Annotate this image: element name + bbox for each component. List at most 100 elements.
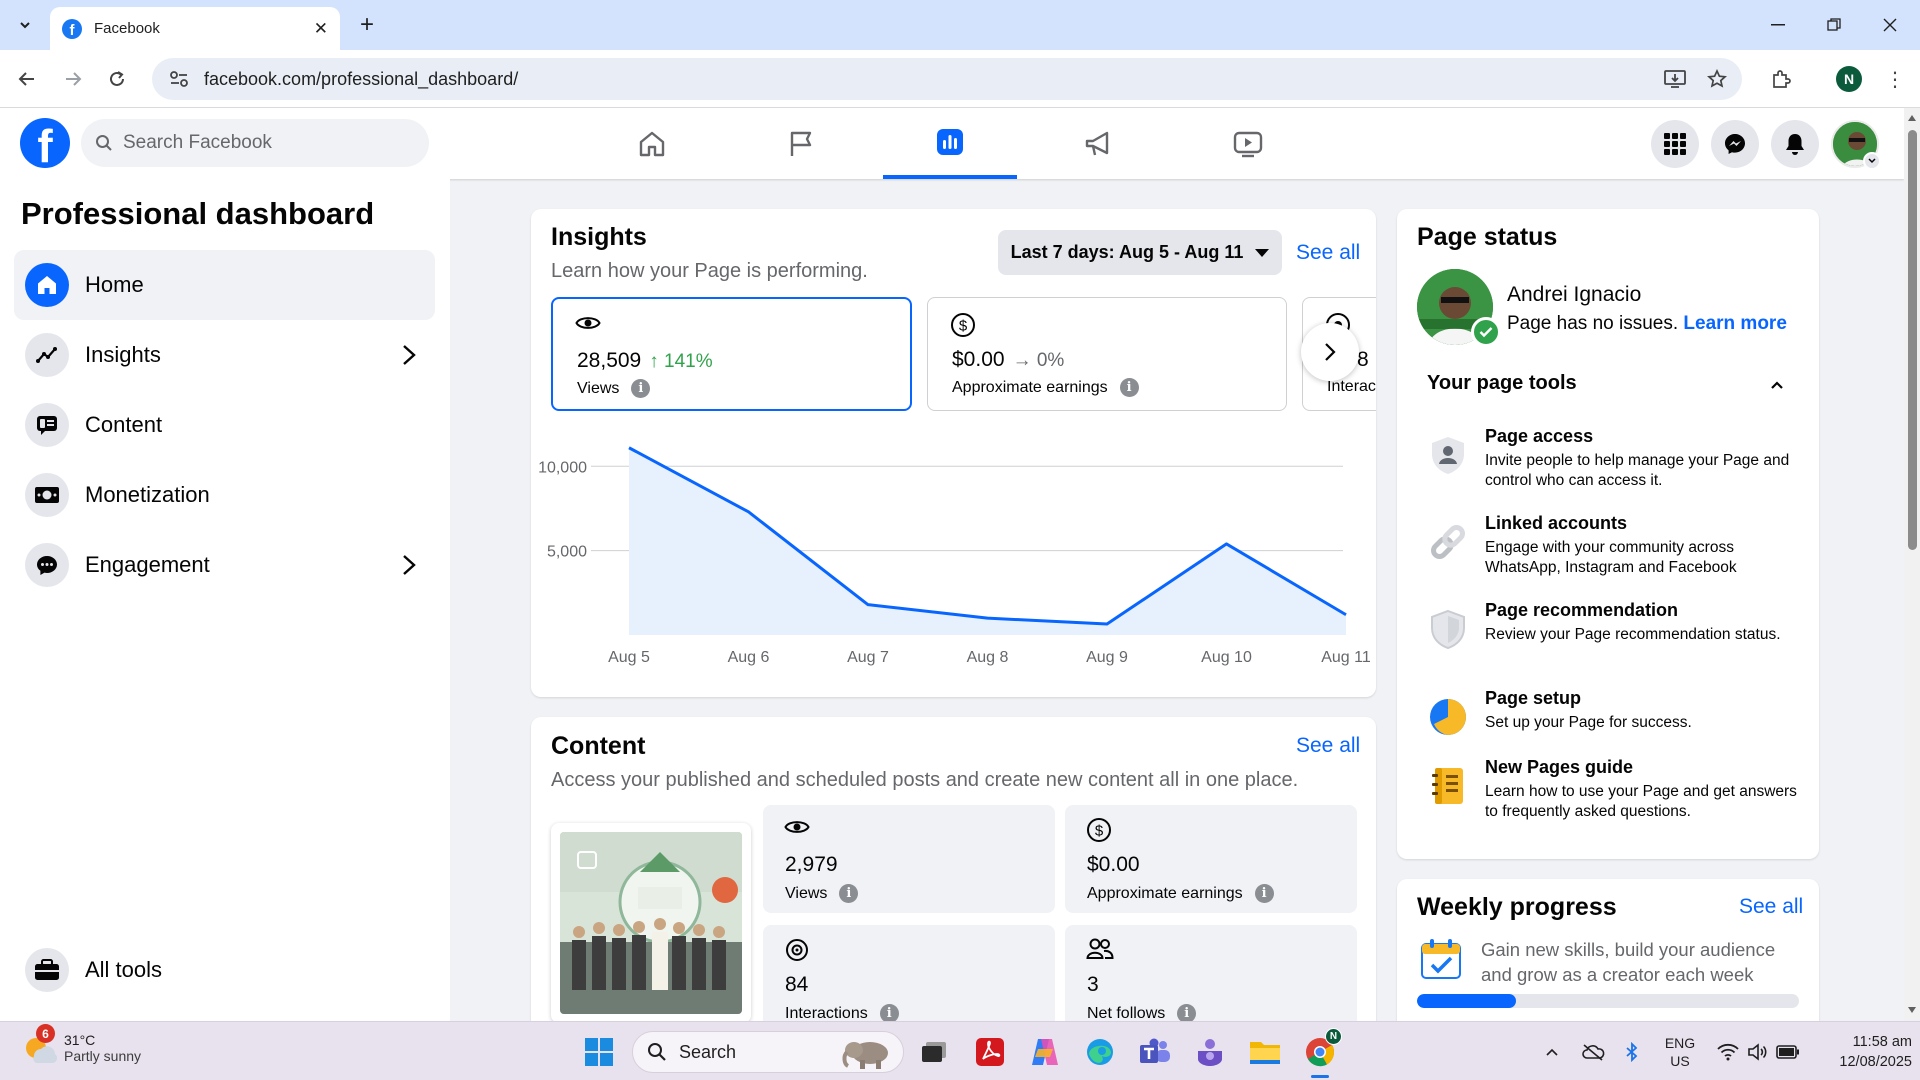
facebook-search-input[interactable] (123, 132, 403, 154)
views-data-point[interactable] (625, 444, 633, 452)
content-card: Content See all Access your published an… (531, 717, 1376, 1037)
page-name[interactable]: Andrei Ignacio (1507, 283, 1641, 307)
url-text[interactable]: facebook.com/professional_dashboard/ (204, 69, 518, 90)
learn-more-link[interactable]: Learn more (1683, 313, 1786, 334)
metrics-next-button[interactable] (1301, 323, 1359, 381)
nav-tab-dashboard[interactable] (883, 108, 1017, 179)
facebook-search[interactable] (81, 119, 429, 167)
browser-menu-icon[interactable]: ⋮ (1880, 64, 1910, 94)
insights-see-all-link[interactable]: See all (1296, 241, 1360, 265)
new-tab-button[interactable]: + (352, 10, 382, 40)
show-hidden-icons-button[interactable] (1540, 1022, 1564, 1080)
omnibox[interactable]: facebook.com/professional_dashboard/ (152, 58, 1742, 100)
tab-search-button[interactable] (8, 8, 42, 42)
views-data-point[interactable] (1103, 620, 1111, 628)
nav-tab-video[interactable] (1181, 108, 1315, 179)
taskbar-acrobat[interactable] (969, 1031, 1011, 1073)
arrow-left-icon (18, 72, 34, 86)
clock[interactable]: 11:58 am 12/08/2025 (1812, 1022, 1912, 1080)
chevron-up-icon[interactable] (1769, 379, 1785, 391)
sidebar-item-content[interactable]: Content (14, 390, 435, 460)
info-icon[interactable]: i (839, 884, 859, 903)
views-data-point[interactable] (1342, 611, 1350, 619)
extensions-icon[interactable] (1764, 58, 1798, 100)
close-window-button[interactable] (1862, 0, 1918, 50)
tool-page-access[interactable]: Page access Invite people to help manage… (1417, 426, 1817, 496)
nav-tab-ads[interactable] (1032, 108, 1166, 179)
info-icon[interactable]: i (631, 379, 651, 398)
sidebar-item-monetization[interactable]: Monetization (14, 460, 435, 530)
start-button[interactable] (578, 1031, 620, 1073)
metric-value: 28,509 (577, 349, 642, 372)
site-info-icon[interactable] (166, 66, 192, 92)
people-icon (1086, 938, 1114, 959)
edge-icon (1087, 1039, 1113, 1065)
minimize-icon (1771, 24, 1785, 26)
sidebar-item-all-tools[interactable]: All tools (14, 935, 435, 1005)
menu-grid-button[interactable] (1651, 120, 1699, 168)
taskbar-file-explorer[interactable] (1244, 1031, 1286, 1073)
weather-widget[interactable]: 6 31°C Partly sunny (22, 1024, 141, 1066)
taskbar-edge[interactable] (1079, 1031, 1121, 1073)
battery-tray-icon[interactable] (1774, 1022, 1802, 1080)
views-data-point[interactable] (864, 601, 872, 609)
restore-button[interactable] (1806, 0, 1862, 50)
metric-views-card[interactable]: 28,509 ↑ 141% Views i (551, 297, 912, 411)
messenger-button[interactable] (1711, 120, 1759, 168)
sidebar-item-home[interactable]: Home (14, 250, 435, 320)
sidebar-item-engagement[interactable]: Engagement (14, 530, 435, 600)
tool-new-pages-guide[interactable]: New Pages guide Learn how to use your Pa… (1417, 757, 1817, 827)
metric-earnings-card[interactable]: $ $0.00 → 0% Approximate earnings i (927, 297, 1287, 411)
content-metric-interactions[interactable]: 84 Interactions i (763, 925, 1055, 1033)
scrollbar-thumb[interactable] (1908, 130, 1917, 550)
date-range-dropdown[interactable]: Last 7 days: Aug 5 - Aug 11 (998, 230, 1282, 275)
forward-button[interactable] (56, 62, 90, 96)
content-metric-net-follows[interactable]: 3 Net follows i (1065, 925, 1357, 1033)
minimize-button[interactable] (1750, 0, 1806, 50)
bookmark-star-icon[interactable] (1700, 58, 1734, 100)
tool-page-setup[interactable]: Page setup Set up your Page for success. (1417, 688, 1817, 758)
taskbar-search[interactable]: Search (632, 1031, 904, 1073)
taskbar-task-view[interactable] (913, 1031, 955, 1073)
metric-label: Net follows (1087, 1004, 1166, 1022)
reload-button[interactable] (100, 62, 134, 96)
metric-label: Approximate earnings (1087, 884, 1243, 902)
taskbar-teams[interactable] (1134, 1031, 1176, 1073)
page-scrollbar[interactable] (1904, 108, 1920, 1021)
nav-tab-pages[interactable] (734, 108, 868, 179)
taskbar-teams-personal[interactable] (1189, 1031, 1231, 1073)
browser-tab-facebook[interactable]: f Facebook ✕ (50, 7, 340, 50)
onedrive-tray-icon[interactable] (1578, 1022, 1608, 1080)
notifications-button[interactable] (1771, 120, 1819, 168)
close-tab-icon[interactable]: ✕ (314, 19, 328, 39)
language-indicator[interactable]: ENG US (1660, 1022, 1700, 1080)
wifi-tray-icon[interactable] (1714, 1022, 1742, 1080)
views-data-point[interactable] (745, 508, 753, 516)
metric-label: Views (577, 379, 620, 397)
scroll-down-arrow-icon[interactable] (1907, 1006, 1917, 1014)
content-see-all-link[interactable]: See all (1296, 734, 1360, 758)
content-metric-earnings[interactable]: $ $0.00 Approximate earnings i (1065, 805, 1357, 913)
sidebar-item-insights[interactable]: Insights (14, 320, 435, 390)
back-button[interactable] (10, 62, 44, 96)
scroll-up-arrow-icon[interactable] (1907, 114, 1917, 122)
elephant-illustration-icon (842, 1042, 888, 1069)
taskbar-chrome[interactable]: N (1299, 1028, 1342, 1078)
browser-profile-avatar[interactable]: N (1836, 66, 1862, 92)
tool-linked-accounts[interactable]: Linked accounts Engage with your communi… (1417, 513, 1817, 583)
volume-tray-icon[interactable] (1744, 1022, 1772, 1080)
views-data-point[interactable] (1223, 540, 1231, 548)
info-icon[interactable]: i (1254, 884, 1274, 903)
tool-page-recommendation[interactable]: Page recommendation Review your Page rec… (1417, 600, 1817, 670)
content-metric-views[interactable]: 2,979 Views i (763, 805, 1055, 913)
facebook-logo-icon[interactable]: f (20, 118, 70, 168)
views-data-point[interactable] (984, 614, 992, 622)
bluetooth-tray-icon[interactable] (1620, 1022, 1644, 1080)
weekly-see-all-link[interactable]: See all (1739, 895, 1803, 919)
post-thumbnail[interactable] (551, 823, 751, 1023)
account-chevron-icon[interactable] (1863, 152, 1881, 170)
info-icon[interactable]: i (1119, 378, 1139, 397)
install-app-icon[interactable] (1658, 58, 1692, 100)
nav-tab-home[interactable] (585, 108, 719, 179)
taskbar-copilot[interactable] (1024, 1031, 1066, 1073)
